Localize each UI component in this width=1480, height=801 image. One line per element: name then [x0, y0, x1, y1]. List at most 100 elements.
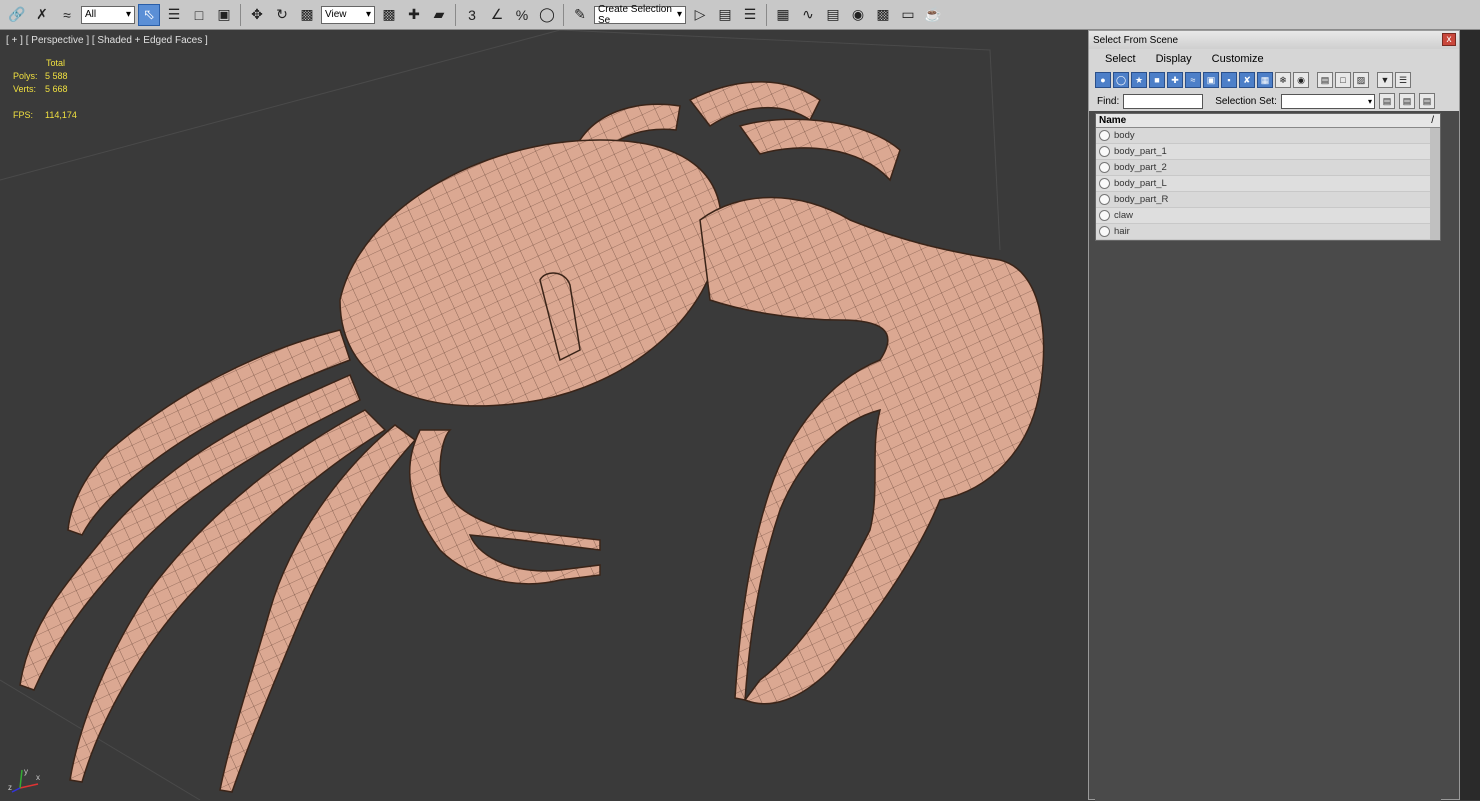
axis-z-label: z: [8, 783, 12, 792]
angle-snap-icon[interactable]: ∠: [486, 4, 508, 26]
bind-space-warp-icon[interactable]: ≈: [56, 4, 78, 26]
select-manipulate-icon[interactable]: ✚: [403, 4, 425, 26]
selection-filter-dropdown[interactable]: All ▾: [81, 5, 135, 24]
window-crossing-icon[interactable]: ▣: [213, 4, 235, 26]
create-selection-set-icon[interactable]: ▤: [1378, 93, 1395, 109]
list-item[interactable]: body_part_R: [1096, 192, 1440, 208]
list-item[interactable]: body_part_1: [1096, 144, 1440, 160]
stats-polys-value: 5 588: [45, 71, 68, 81]
rectangular-selection-icon[interactable]: □: [188, 4, 210, 26]
toolbar-separator: [240, 3, 241, 26]
selection-set-dropdown[interactable]: ▾: [1280, 93, 1375, 109]
mirror-icon[interactable]: ▷: [689, 4, 711, 26]
chevron-down-icon: ▾: [365, 9, 371, 20]
display-groups-icon[interactable]: ▣: [1203, 72, 1219, 88]
menu-display[interactable]: Display: [1146, 53, 1202, 65]
select-object-button[interactable]: ⬁: [138, 3, 160, 26]
list-item[interactable]: body_part_L: [1096, 176, 1440, 192]
edit-named-selection-icon[interactable]: ✎: [569, 4, 591, 26]
rendered-frame-window-icon[interactable]: ▭: [897, 4, 919, 26]
pivot-center-icon[interactable]: ▩: [378, 4, 400, 26]
select-invert-icon[interactable]: ▨: [1353, 72, 1369, 88]
rotate-icon[interactable]: ↻: [271, 4, 293, 26]
filter-icon[interactable]: ▼: [1377, 72, 1393, 88]
named-selection-set-dropdown[interactable]: Create Selection Se ▾: [594, 3, 686, 26]
render-production-icon[interactable]: ☕: [922, 4, 944, 26]
display-geometry-icon[interactable]: ●: [1095, 72, 1111, 88]
list-item[interactable]: body_part_2: [1096, 160, 1440, 176]
find-input[interactable]: [1123, 93, 1204, 109]
stats-polys-label: Polys:: [13, 71, 38, 81]
chevron-down-icon: ▾: [125, 9, 131, 20]
unlink-icon[interactable]: ✗: [31, 4, 53, 26]
menu-select[interactable]: Select: [1095, 53, 1146, 65]
display-helpers-icon[interactable]: ✚: [1167, 72, 1183, 88]
stats-verts-label: Verts:: [13, 84, 37, 94]
layer-manager-icon[interactable]: ☰: [739, 4, 761, 26]
add-to-selection-set-icon[interactable]: ▤: [1398, 93, 1415, 109]
link-icon[interactable]: 🔗: [6, 4, 28, 26]
viewport-label[interactable]: [ + ] [ Perspective ] [ Shaded + Edged F…: [6, 35, 208, 46]
dialog-filter-toolbar: ● ◯ ★ ■ ✚ ≈ ▣ ▪ ✘ ▦ ❄ ◉ ▤ □ ▨ ▼ ☰: [1089, 69, 1459, 91]
list-item[interactable]: hair: [1096, 224, 1440, 240]
display-containers-icon[interactable]: ▦: [1257, 72, 1273, 88]
percent-snap-icon[interactable]: %: [511, 4, 533, 26]
render-setup-icon[interactable]: ▩: [872, 4, 894, 26]
object-icon: [1099, 162, 1110, 173]
display-xrefs-icon[interactable]: ▪: [1221, 72, 1237, 88]
chevron-down-icon: ▾: [1367, 96, 1372, 106]
display-hidden-icon[interactable]: ◉: [1293, 72, 1309, 88]
remove-from-selection-set-icon[interactable]: ▤: [1418, 93, 1435, 109]
select-all-icon[interactable]: ▤: [1317, 72, 1333, 88]
dialog-menu-bar: Select Display Customize: [1089, 49, 1459, 69]
stats-fps-value: 114,174: [45, 110, 77, 120]
list-item-label: body_part_L: [1114, 178, 1167, 189]
toolbar-separator: [766, 3, 767, 26]
list-item-label: body: [1114, 130, 1135, 141]
close-button[interactable]: x: [1442, 33, 1456, 46]
graphite-toolbar-icon[interactable]: ▦: [772, 4, 794, 26]
display-cameras-icon[interactable]: ■: [1149, 72, 1165, 88]
schematic-view-icon[interactable]: ▤: [822, 4, 844, 26]
keyboard-shortcut-icon[interactable]: ▰: [428, 4, 450, 26]
list-item-label: claw: [1114, 210, 1134, 221]
command-panel-edge: [1460, 30, 1480, 800]
perspective-viewport[interactable]: [ + ] [ Perspective ] [ Shaded + Edged F…: [0, 30, 1088, 800]
scale-icon[interactable]: ▩: [296, 4, 318, 26]
select-by-name-icon[interactable]: ☰: [163, 4, 185, 26]
filter-options-icon[interactable]: ☰: [1395, 72, 1411, 88]
list-header[interactable]: Name /: [1096, 114, 1440, 128]
display-spacewarps-icon[interactable]: ≈: [1185, 72, 1201, 88]
object-icon: [1099, 226, 1110, 237]
list-item[interactable]: body: [1096, 128, 1440, 144]
align-icon[interactable]: ▤: [714, 4, 736, 26]
object-icon: [1099, 194, 1110, 205]
display-frozen-icon[interactable]: ❄: [1275, 72, 1291, 88]
list-item-label: body_part_2: [1114, 162, 1167, 173]
stats-fps-label: FPS:: [13, 110, 34, 120]
select-none-icon[interactable]: □: [1335, 72, 1351, 88]
object-list: Name / body body_part_1 body_part_2 body_…: [1095, 113, 1441, 241]
list-scrollbar[interactable]: [1430, 128, 1440, 240]
snap-toggle-icon[interactable]: 3: [461, 4, 483, 26]
list-item[interactable]: claw: [1096, 208, 1440, 224]
toolbar-separator: [563, 3, 564, 26]
display-lights-icon[interactable]: ★: [1131, 72, 1147, 88]
display-bones-icon[interactable]: ✘: [1239, 72, 1255, 88]
move-icon[interactable]: ✥: [246, 4, 268, 26]
reference-coordinate-dropdown[interactable]: View ▾: [321, 5, 375, 24]
display-shapes-icon[interactable]: ◯: [1113, 72, 1129, 88]
selection-set-label: Selection Set:: [1215, 95, 1277, 107]
object-icon: [1099, 146, 1110, 157]
object-icon: [1099, 178, 1110, 189]
stats-verts-value: 5 668: [45, 84, 68, 94]
spinner-snap-icon[interactable]: ◯: [536, 4, 558, 26]
material-editor-icon[interactable]: ◉: [847, 4, 869, 26]
curve-editor-icon[interactable]: ∿: [797, 4, 819, 26]
menu-customize[interactable]: Customize: [1202, 53, 1274, 65]
crab-model[interactable]: [0, 30, 1088, 800]
dialog-title-bar[interactable]: Select From Scene x: [1089, 31, 1459, 49]
chevron-down-icon: ▾: [676, 9, 682, 20]
named-selection-set-value: Create Selection Se: [598, 3, 672, 26]
main-toolbar: 🔗 ✗ ≈ All ▾ ⬁ ☰ □ ▣ ✥ ↻ ▩ View ▾ ▩ ✚ ▰ 3 ∠…: [0, 0, 1480, 30]
